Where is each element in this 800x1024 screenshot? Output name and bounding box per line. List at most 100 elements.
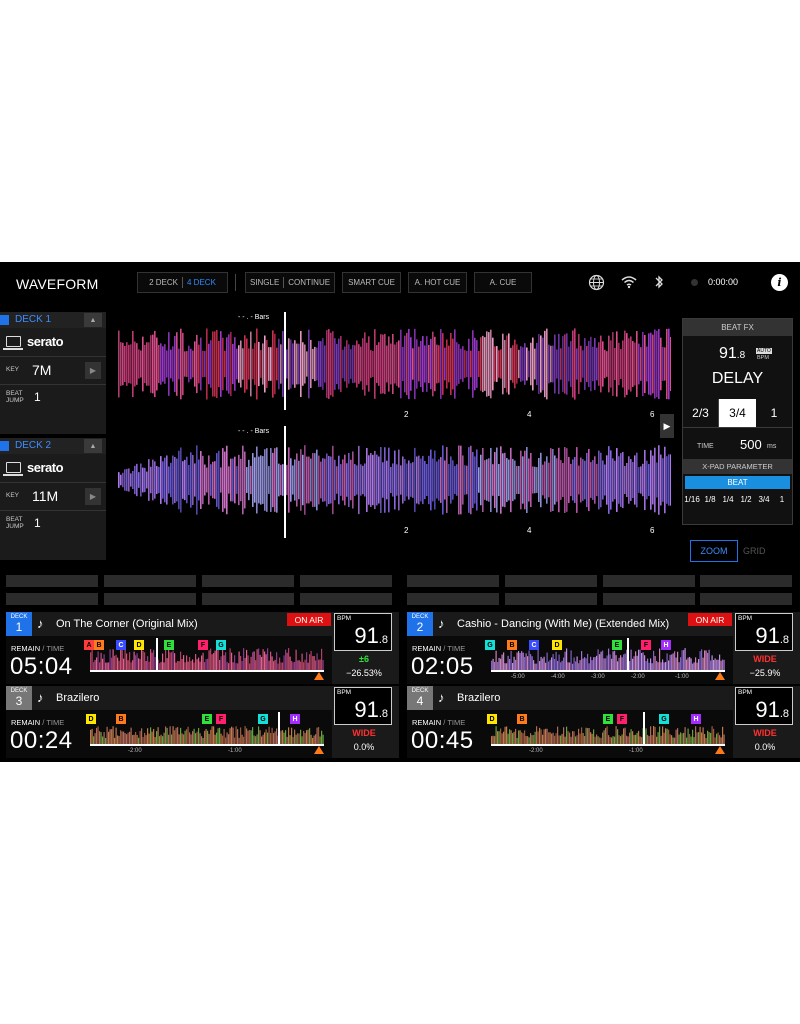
slot[interactable] xyxy=(202,593,294,605)
hot-cue-d[interactable]: D xyxy=(86,714,96,724)
xpad-value[interactable]: 1/4 xyxy=(719,495,737,504)
hot-cue-d[interactable]: D xyxy=(487,714,497,724)
hot-cue-h[interactable]: H xyxy=(661,640,671,650)
app-title: WAVEFORM xyxy=(16,276,99,292)
fx-beat-2-3[interactable]: 2/3 xyxy=(683,399,719,427)
tick-label: -1:00 xyxy=(675,674,689,680)
track-title: Cashio - Dancing (With Me) (Extended Mix… xyxy=(457,618,670,630)
slot[interactable] xyxy=(700,593,792,605)
hot-cue-f[interactable]: F xyxy=(216,714,226,724)
slot[interactable] xyxy=(6,593,98,605)
hot-cue-b[interactable]: B xyxy=(507,640,517,650)
overview-playhead xyxy=(643,712,645,744)
play-mode-continue[interactable]: CONTINUE xyxy=(288,278,330,287)
zoom-button[interactable]: ZOOM xyxy=(690,540,738,562)
hot-cue-h[interactable]: H xyxy=(691,714,701,724)
hot-cue-e[interactable]: E xyxy=(603,714,613,724)
auto-cue-button[interactable]: A. CUE xyxy=(474,272,532,293)
play-mode-toggle[interactable]: SINGLE CONTINUE xyxy=(245,272,335,293)
xpad-value[interactable]: 1 xyxy=(773,495,791,504)
deck-badge: DECK 1 xyxy=(6,612,32,636)
deck1-key: 7M xyxy=(32,362,52,378)
hot-cue-e[interactable]: E xyxy=(612,640,622,650)
slot[interactable] xyxy=(700,575,792,587)
hot-cue-c[interactable]: C xyxy=(116,640,126,650)
hot-cue-c[interactable]: C xyxy=(529,640,539,650)
slot[interactable] xyxy=(300,575,392,587)
record-icon[interactable] xyxy=(691,279,698,286)
grid-button[interactable]: GRID xyxy=(743,546,766,556)
deck-mode-toggle[interactable]: 2 DECK 4 DECK xyxy=(137,272,228,293)
deck2-waveform[interactable] xyxy=(118,438,671,522)
hot-cue-h[interactable]: H xyxy=(290,714,300,724)
slot[interactable] xyxy=(603,593,695,605)
remain-time-label: REMAIN / TIME xyxy=(412,644,466,653)
bpm-display: BPM 91.8 xyxy=(735,687,793,725)
auto-hot-cue-button[interactable]: A. HOT CUE xyxy=(408,272,467,293)
deck-badge: DECK 2 xyxy=(407,612,433,636)
hot-cue-f[interactable]: F xyxy=(617,714,627,724)
slot[interactable] xyxy=(407,575,499,587)
hot-cue-g[interactable]: G xyxy=(659,714,669,724)
hot-cue-b[interactable]: B xyxy=(116,714,126,724)
xpad-beat-mode[interactable]: BEAT xyxy=(685,476,790,489)
hot-cue-f[interactable]: F xyxy=(641,640,651,650)
overview-playhead xyxy=(627,638,629,670)
on-air-badge: ON AIR xyxy=(688,613,732,626)
deck-mode-4deck[interactable]: 4 DECK xyxy=(187,278,216,287)
remaining-time: 05:04 xyxy=(10,653,73,680)
xpad-value[interactable]: 1/2 xyxy=(737,495,755,504)
bpm-display: BPM 91.8 xyxy=(735,613,793,651)
hot-cue-g[interactable]: G xyxy=(258,714,268,724)
tick-label: -2:00 xyxy=(128,748,142,754)
overview-waveform[interactable] xyxy=(491,638,725,670)
xpad-value[interactable]: 1/16 xyxy=(683,495,701,504)
overview-playhead xyxy=(278,712,280,744)
beat-number: 4 xyxy=(527,410,532,419)
fx-beat-3-4[interactable]: 3/4 xyxy=(719,399,756,427)
panel-expand-arrow[interactable]: ▶ xyxy=(660,414,674,438)
overview-playhead xyxy=(156,638,158,670)
deck1-waveform[interactable] xyxy=(118,324,671,404)
deck2-beat-ruler: 2 4 6 xyxy=(118,526,671,536)
tick-label: -1:00 xyxy=(228,748,242,754)
slot[interactable] xyxy=(104,575,196,587)
fx-beat-1[interactable]: 1 xyxy=(756,399,792,427)
beat-number: 2 xyxy=(404,526,409,535)
key-arrow-icon[interactable]: ▶ xyxy=(85,362,101,379)
hot-cue-e[interactable]: E xyxy=(164,640,174,650)
slot[interactable] xyxy=(202,575,294,587)
xpad-value[interactable]: 1/8 xyxy=(701,495,719,504)
hot-cue-b[interactable]: B xyxy=(94,640,104,650)
globe-icon[interactable] xyxy=(588,274,605,291)
hot-cue-a[interactable]: A xyxy=(84,640,94,650)
slot[interactable] xyxy=(505,575,597,587)
hot-cue-d[interactable]: D xyxy=(134,640,144,650)
hot-cue-g[interactable]: G xyxy=(485,640,495,650)
slot[interactable] xyxy=(505,593,597,605)
slot[interactable] xyxy=(104,593,196,605)
eject-icon[interactable]: ▲ xyxy=(84,439,102,453)
hot-cue-b[interactable]: B xyxy=(517,714,527,724)
bluetooth-icon[interactable] xyxy=(654,274,664,290)
hot-cue-g[interactable]: G xyxy=(216,640,226,650)
slot[interactable] xyxy=(300,593,392,605)
xpad-value[interactable]: 3/4 xyxy=(755,495,773,504)
music-note-icon: ♪ xyxy=(37,616,44,631)
hot-cue-e[interactable]: E xyxy=(202,714,212,724)
slot[interactable] xyxy=(407,593,499,605)
tick-label: -2:00 xyxy=(631,674,645,680)
key-arrow-icon[interactable]: ▶ xyxy=(85,488,101,505)
info-icon[interactable]: i xyxy=(771,274,788,291)
slot[interactable] xyxy=(6,575,98,587)
slot[interactable] xyxy=(603,575,695,587)
hot-cue-f[interactable]: F xyxy=(198,640,208,650)
eject-icon[interactable]: ▲ xyxy=(84,313,102,327)
end-marker-icon xyxy=(715,746,725,754)
deck-mode-2deck[interactable]: 2 DECK xyxy=(149,278,178,287)
smart-cue-button[interactable]: SMART CUE xyxy=(342,272,401,293)
play-mode-single[interactable]: SINGLE xyxy=(250,278,279,287)
wifi-icon[interactable] xyxy=(621,275,637,289)
beat-jump-label: BEAT JUMP xyxy=(6,516,24,530)
hot-cue-d[interactable]: D xyxy=(552,640,562,650)
